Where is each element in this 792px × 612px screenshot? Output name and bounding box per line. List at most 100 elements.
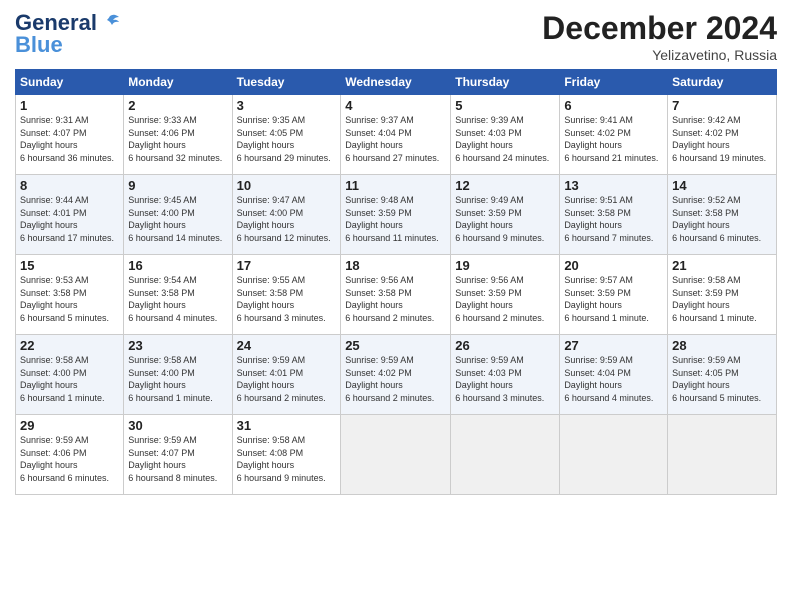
day-info: Sunrise: 9:58 AMSunset: 4:00 PMDaylight … bbox=[20, 354, 119, 404]
day-number: 4 bbox=[345, 98, 446, 113]
table-row: 10 Sunrise: 9:47 AMSunset: 4:00 PMDaylig… bbox=[232, 175, 341, 255]
day-info: Sunrise: 9:56 AMSunset: 3:59 PMDaylight … bbox=[455, 274, 555, 324]
table-row: 22 Sunrise: 9:58 AMSunset: 4:00 PMDaylig… bbox=[16, 335, 124, 415]
month-title: December 2024 bbox=[542, 10, 777, 47]
logo: General Blue bbox=[15, 10, 121, 58]
day-info: Sunrise: 9:57 AMSunset: 3:59 PMDaylight … bbox=[564, 274, 663, 324]
day-number: 12 bbox=[455, 178, 555, 193]
day-info: Sunrise: 9:31 AMSunset: 4:07 PMDaylight … bbox=[20, 114, 119, 164]
day-number: 10 bbox=[237, 178, 337, 193]
table-row: 5 Sunrise: 9:39 AMSunset: 4:03 PMDayligh… bbox=[451, 95, 560, 175]
day-info: Sunrise: 9:59 AMSunset: 4:03 PMDaylight … bbox=[455, 354, 555, 404]
day-info: Sunrise: 9:52 AMSunset: 3:58 PMDaylight … bbox=[672, 194, 772, 244]
table-row: 21 Sunrise: 9:58 AMSunset: 3:59 PMDaylig… bbox=[668, 255, 777, 335]
day-info: Sunrise: 9:56 AMSunset: 3:58 PMDaylight … bbox=[345, 274, 446, 324]
day-number: 2 bbox=[128, 98, 227, 113]
day-info: Sunrise: 9:48 AMSunset: 3:59 PMDaylight … bbox=[345, 194, 446, 244]
day-info: Sunrise: 9:58 AMSunset: 4:08 PMDaylight … bbox=[237, 434, 337, 484]
day-number: 31 bbox=[237, 418, 337, 433]
day-info: Sunrise: 9:59 AMSunset: 4:01 PMDaylight … bbox=[237, 354, 337, 404]
day-info: Sunrise: 9:59 AMSunset: 4:05 PMDaylight … bbox=[672, 354, 772, 404]
col-tuesday: Tuesday bbox=[232, 70, 341, 95]
day-info: Sunrise: 9:39 AMSunset: 4:03 PMDaylight … bbox=[455, 114, 555, 164]
day-number: 26 bbox=[455, 338, 555, 353]
day-number: 14 bbox=[672, 178, 772, 193]
day-number: 13 bbox=[564, 178, 663, 193]
table-row: 19 Sunrise: 9:56 AMSunset: 3:59 PMDaylig… bbox=[451, 255, 560, 335]
table-row bbox=[341, 415, 451, 495]
day-number: 20 bbox=[564, 258, 663, 273]
day-number: 3 bbox=[237, 98, 337, 113]
table-row: 2 Sunrise: 9:33 AMSunset: 4:06 PMDayligh… bbox=[124, 95, 232, 175]
day-number: 11 bbox=[345, 178, 446, 193]
day-number: 23 bbox=[128, 338, 227, 353]
calendar: Sunday Monday Tuesday Wednesday Thursday… bbox=[15, 69, 777, 495]
table-row: 7 Sunrise: 9:42 AMSunset: 4:02 PMDayligh… bbox=[668, 95, 777, 175]
title-block: December 2024 Yelizavetino, Russia bbox=[542, 10, 777, 63]
day-number: 18 bbox=[345, 258, 446, 273]
day-info: Sunrise: 9:58 AMSunset: 4:00 PMDaylight … bbox=[128, 354, 227, 404]
table-row: 9 Sunrise: 9:45 AMSunset: 4:00 PMDayligh… bbox=[124, 175, 232, 255]
day-info: Sunrise: 9:44 AMSunset: 4:01 PMDaylight … bbox=[20, 194, 119, 244]
day-number: 24 bbox=[237, 338, 337, 353]
table-row: 24 Sunrise: 9:59 AMSunset: 4:01 PMDaylig… bbox=[232, 335, 341, 415]
day-info: Sunrise: 9:45 AMSunset: 4:00 PMDaylight … bbox=[128, 194, 227, 244]
table-row: 13 Sunrise: 9:51 AMSunset: 3:58 PMDaylig… bbox=[560, 175, 668, 255]
day-number: 21 bbox=[672, 258, 772, 273]
table-row bbox=[668, 415, 777, 495]
day-info: Sunrise: 9:42 AMSunset: 4:02 PMDaylight … bbox=[672, 114, 772, 164]
day-number: 30 bbox=[128, 418, 227, 433]
table-row: 16 Sunrise: 9:54 AMSunset: 3:58 PMDaylig… bbox=[124, 255, 232, 335]
table-row: 31 Sunrise: 9:58 AMSunset: 4:08 PMDaylig… bbox=[232, 415, 341, 495]
table-row: 6 Sunrise: 9:41 AMSunset: 4:02 PMDayligh… bbox=[560, 95, 668, 175]
day-number: 28 bbox=[672, 338, 772, 353]
calendar-header-row: Sunday Monday Tuesday Wednesday Thursday… bbox=[16, 70, 777, 95]
table-row bbox=[560, 415, 668, 495]
table-row: 14 Sunrise: 9:52 AMSunset: 3:58 PMDaylig… bbox=[668, 175, 777, 255]
day-info: Sunrise: 9:54 AMSunset: 3:58 PMDaylight … bbox=[128, 274, 227, 324]
col-wednesday: Wednesday bbox=[341, 70, 451, 95]
day-info: Sunrise: 9:47 AMSunset: 4:00 PMDaylight … bbox=[237, 194, 337, 244]
day-info: Sunrise: 9:53 AMSunset: 3:58 PMDaylight … bbox=[20, 274, 119, 324]
table-row: 26 Sunrise: 9:59 AMSunset: 4:03 PMDaylig… bbox=[451, 335, 560, 415]
day-number: 16 bbox=[128, 258, 227, 273]
table-row: 25 Sunrise: 9:59 AMSunset: 4:02 PMDaylig… bbox=[341, 335, 451, 415]
day-info: Sunrise: 9:55 AMSunset: 3:58 PMDaylight … bbox=[237, 274, 337, 324]
day-number: 22 bbox=[20, 338, 119, 353]
day-number: 17 bbox=[237, 258, 337, 273]
table-row: 30 Sunrise: 9:59 AMSunset: 4:07 PMDaylig… bbox=[124, 415, 232, 495]
day-info: Sunrise: 9:59 AMSunset: 4:04 PMDaylight … bbox=[564, 354, 663, 404]
day-number: 6 bbox=[564, 98, 663, 113]
table-row: 15 Sunrise: 9:53 AMSunset: 3:58 PMDaylig… bbox=[16, 255, 124, 335]
table-row: 4 Sunrise: 9:37 AMSunset: 4:04 PMDayligh… bbox=[341, 95, 451, 175]
table-row: 28 Sunrise: 9:59 AMSunset: 4:05 PMDaylig… bbox=[668, 335, 777, 415]
day-info: Sunrise: 9:59 AMSunset: 4:07 PMDaylight … bbox=[128, 434, 227, 484]
day-number: 1 bbox=[20, 98, 119, 113]
table-row: 29 Sunrise: 9:59 AMSunset: 4:06 PMDaylig… bbox=[16, 415, 124, 495]
day-number: 9 bbox=[128, 178, 227, 193]
day-info: Sunrise: 9:33 AMSunset: 4:06 PMDaylight … bbox=[128, 114, 227, 164]
logo-bird-icon bbox=[99, 12, 121, 34]
day-number: 8 bbox=[20, 178, 119, 193]
day-info: Sunrise: 9:51 AMSunset: 3:58 PMDaylight … bbox=[564, 194, 663, 244]
day-info: Sunrise: 9:59 AMSunset: 4:06 PMDaylight … bbox=[20, 434, 119, 484]
col-monday: Monday bbox=[124, 70, 232, 95]
table-row: 1 Sunrise: 9:31 AMSunset: 4:07 PMDayligh… bbox=[16, 95, 124, 175]
table-row bbox=[451, 415, 560, 495]
day-info: Sunrise: 9:58 AMSunset: 3:59 PMDaylight … bbox=[672, 274, 772, 324]
header: General Blue December 2024 Yelizavetino,… bbox=[15, 10, 777, 63]
table-row: 11 Sunrise: 9:48 AMSunset: 3:59 PMDaylig… bbox=[341, 175, 451, 255]
table-row: 18 Sunrise: 9:56 AMSunset: 3:58 PMDaylig… bbox=[341, 255, 451, 335]
day-info: Sunrise: 9:59 AMSunset: 4:02 PMDaylight … bbox=[345, 354, 446, 404]
table-row: 12 Sunrise: 9:49 AMSunset: 3:59 PMDaylig… bbox=[451, 175, 560, 255]
col-thursday: Thursday bbox=[451, 70, 560, 95]
day-number: 27 bbox=[564, 338, 663, 353]
col-sunday: Sunday bbox=[16, 70, 124, 95]
page: General Blue December 2024 Yelizavetino,… bbox=[0, 0, 792, 612]
day-number: 25 bbox=[345, 338, 446, 353]
table-row: 27 Sunrise: 9:59 AMSunset: 4:04 PMDaylig… bbox=[560, 335, 668, 415]
location: Yelizavetino, Russia bbox=[542, 47, 777, 63]
day-number: 7 bbox=[672, 98, 772, 113]
logo-blue: Blue bbox=[15, 32, 63, 58]
table-row: 20 Sunrise: 9:57 AMSunset: 3:59 PMDaylig… bbox=[560, 255, 668, 335]
